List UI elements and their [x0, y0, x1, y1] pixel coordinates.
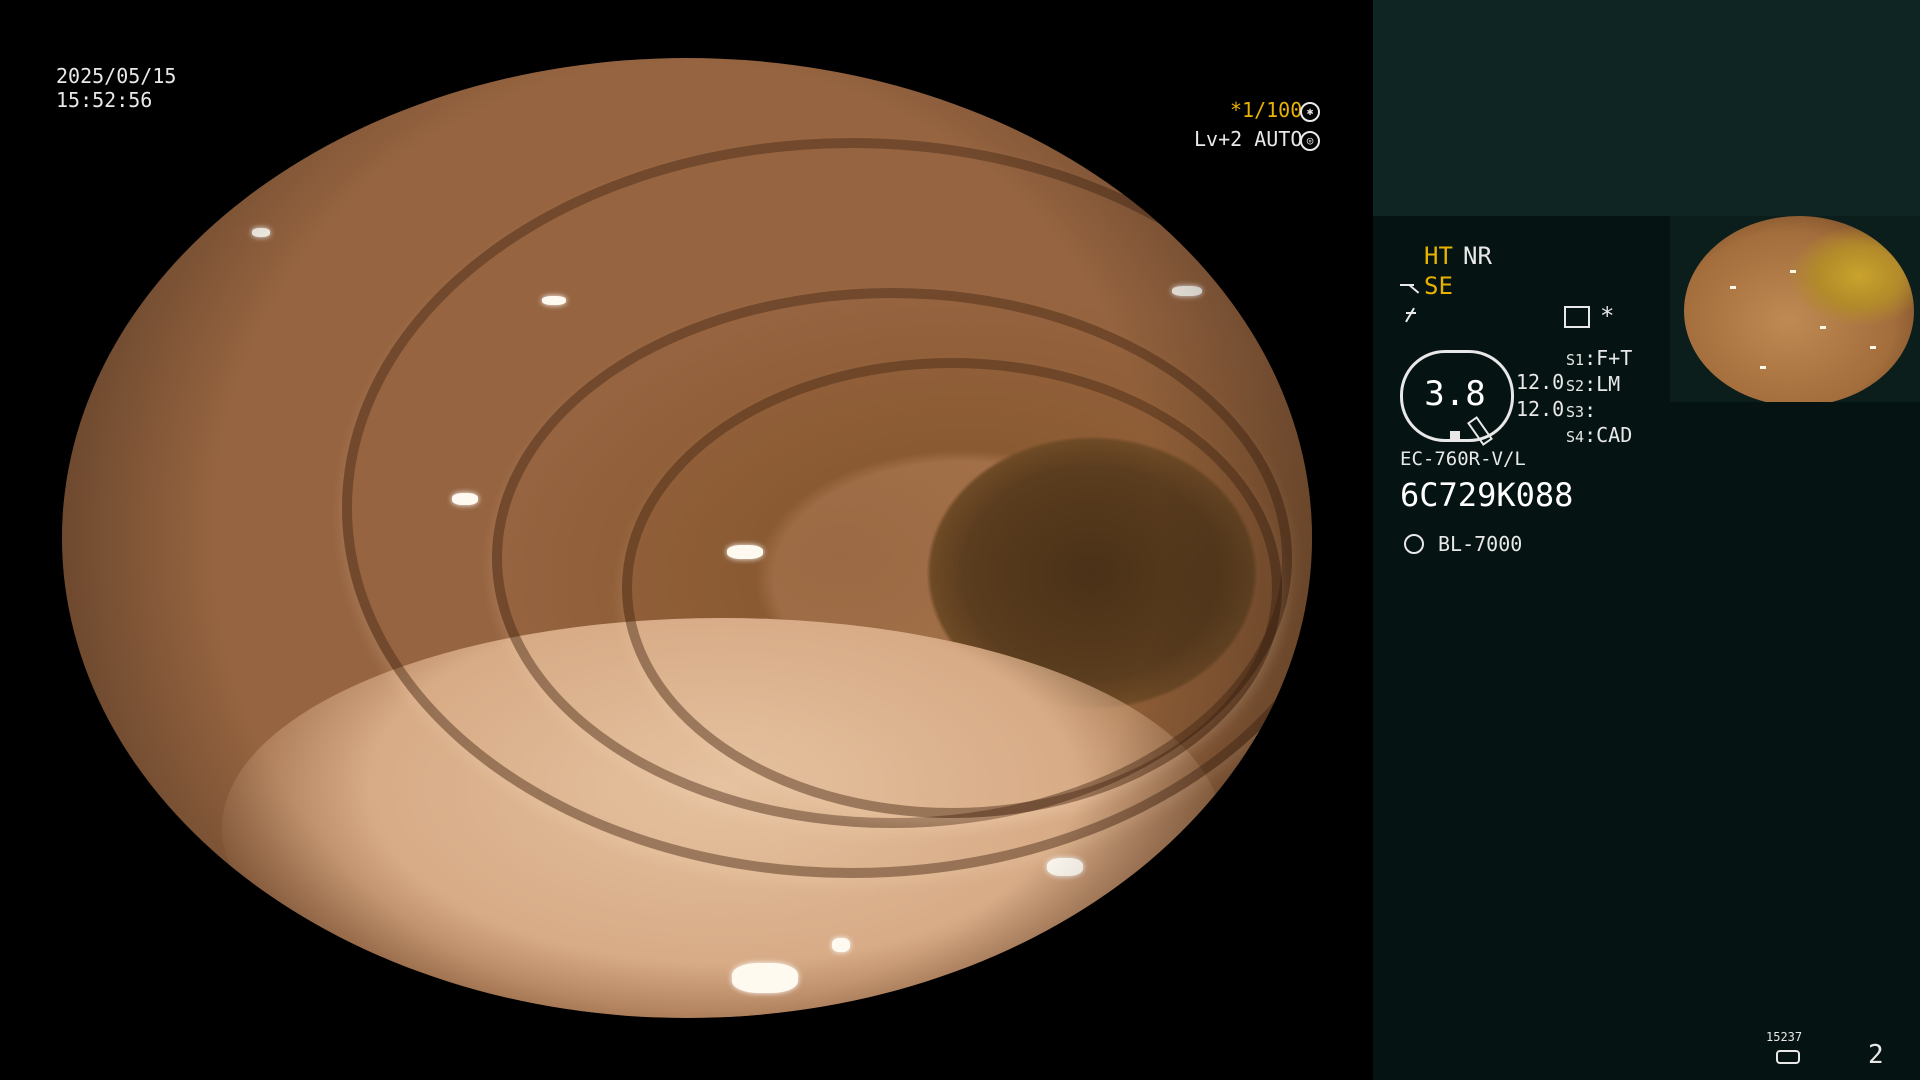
thumbnail-highlight [1790, 270, 1796, 273]
switch-row-4: S4:CAD [1566, 423, 1633, 447]
asterisk-indicator: * [1600, 302, 1615, 330]
structure-enhance-icon [1400, 278, 1420, 298]
se-indicator: SE [1424, 272, 1453, 300]
switch-key: S3 [1566, 403, 1585, 421]
thumbnail-highlight [1730, 286, 1736, 289]
image-mode-icon [1564, 306, 1590, 328]
capture-time: 15:52:56 [56, 88, 153, 112]
nr-indicator: NR [1463, 242, 1492, 270]
switch-key: S2 [1566, 377, 1585, 395]
switch-key: S1 [1566, 351, 1585, 369]
brightness-level: Lv+2 AUTO [1194, 127, 1303, 151]
switch-value: F+T [1596, 346, 1633, 370]
thumbnail-highlight [1820, 326, 1826, 329]
ht-indicator: HT [1424, 242, 1453, 270]
switch-row-1: S1:F+T [1566, 346, 1633, 370]
switch-row-2: S2:LM [1566, 372, 1621, 396]
counter-small: 15237 [1766, 1030, 1803, 1044]
storage-icon [1776, 1050, 1800, 1064]
light-source-icon [1404, 534, 1424, 554]
scope-vignette [62, 58, 1312, 1018]
endoscope-view [62, 58, 1312, 1018]
scope-model: EC-760R-V/L [1400, 448, 1526, 470]
light-source: BL-7000 [1438, 532, 1523, 556]
page-number: 2 [1868, 1040, 1884, 1070]
iris-icon: ◎ [1300, 131, 1320, 151]
switch-row-3: S3: [1566, 398, 1597, 422]
shutter-speed: *1/100 [1230, 98, 1303, 122]
switch-value: LM [1596, 372, 1621, 396]
aperture-icon: ✱ [1300, 102, 1320, 122]
capture-datetime: 2025/05/15 15:52:56 [56, 64, 176, 112]
reference-thumbnail[interactable] [1670, 216, 1920, 402]
gauge-value: 3.8 [1424, 374, 1486, 414]
thumbnail-image [1684, 216, 1914, 402]
thumbnail-highlight [1870, 346, 1876, 349]
capture-date: 2025/05/15 [56, 64, 177, 88]
info-panel-header [1373, 0, 1920, 216]
gain-value-2: 12.0 [1516, 397, 1565, 421]
switch-key: S4 [1566, 428, 1585, 446]
freeze-icon [1400, 306, 1420, 326]
gauge-marker [1450, 431, 1460, 439]
thumbnail-highlight [1760, 366, 1766, 369]
scope-serial: 6C729K088 [1400, 476, 1574, 514]
specular-highlight [1002, 978, 1046, 998]
gain-value-1: 12.0 [1516, 370, 1565, 394]
switch-value: CAD [1596, 423, 1633, 447]
